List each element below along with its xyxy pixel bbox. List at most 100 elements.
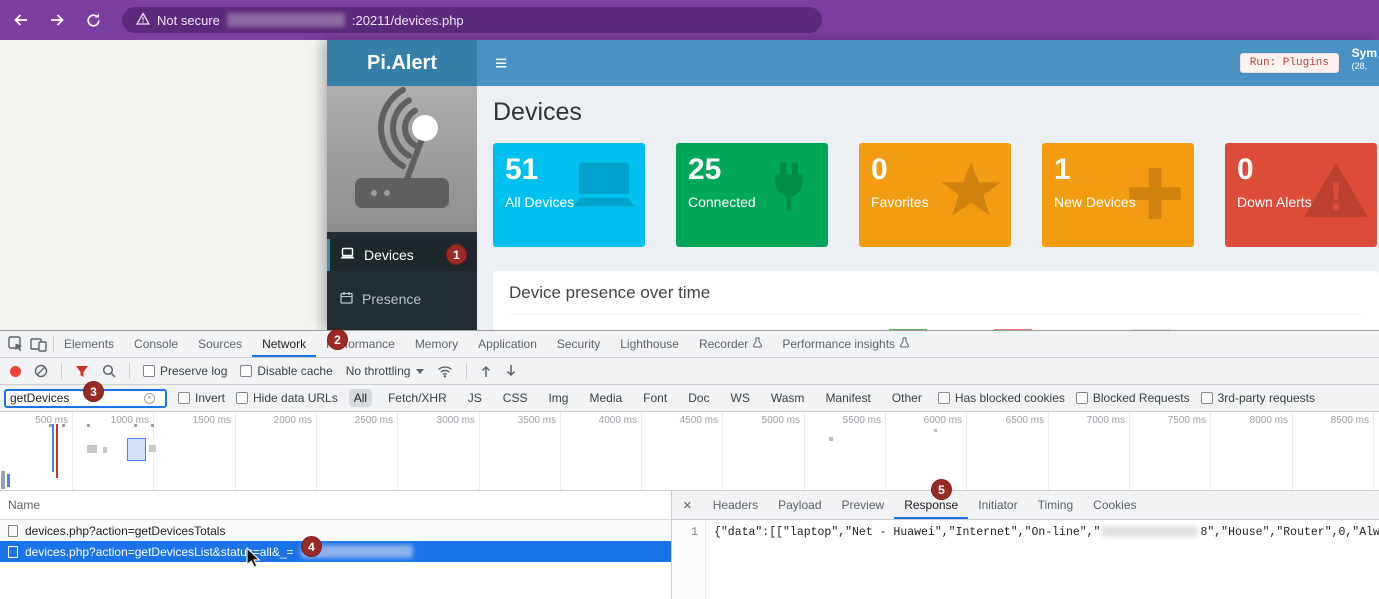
run-plugins-button[interactable]: Run: Plugins [1240,53,1339,73]
network-overview-timeline[interactable]: 500 ms 1000 ms 1500 ms 2000 ms 2500 ms 3… [0,412,1379,491]
throttling-select[interactable]: No throttling [346,364,425,378]
tab-sources[interactable]: Sources [188,331,252,357]
third-party-requests-checkbox[interactable]: 3rd-party requests [1201,391,1315,405]
filter-type-img[interactable]: Img [543,389,573,407]
filter-type-ws[interactable]: WS [726,389,755,407]
checkbox-label: Disable cache [257,364,332,378]
requests-table: Name devices.php?action=getDevicesTotals… [0,491,672,599]
app-navbar: ≡ Run: Plugins Sym (28, [477,40,1379,86]
filter-type-wasm[interactable]: Wasm [766,389,810,407]
tab-cookies[interactable]: Cookies [1083,491,1146,519]
checkbox[interactable] [178,392,190,404]
tab-memory[interactable]: Memory [405,331,468,357]
card-connected[interactable]: 25 Connected [676,143,828,247]
divider [61,363,62,379]
filter-type-all[interactable]: All [349,389,372,407]
card-favorites[interactable]: 0 Favorites [859,143,1011,247]
invert-checkbox[interactable]: Invert [178,391,225,405]
calendar-icon [340,291,353,307]
hide-data-urls-checkbox[interactable]: Hide data URLs [236,391,338,405]
tab-response[interactable]: Response [894,491,968,519]
filter-type-font[interactable]: Font [638,389,672,407]
checkbox[interactable] [236,392,248,404]
hamburger-icon[interactable]: ≡ [495,53,507,74]
divider [129,363,130,379]
tab-timing[interactable]: Timing [1028,491,1084,519]
tab-payload[interactable]: Payload [768,491,831,519]
close-icon[interactable]: × [672,497,703,514]
request-row[interactable]: devices.php?action=getDevicesTotals [0,520,671,541]
search-icon[interactable] [102,364,116,378]
requests-name-header[interactable]: Name [0,491,671,520]
sidebar-item-label: Devices [364,247,414,263]
laptop-icon [340,247,355,263]
sidebar-item-presence[interactable]: Presence [327,283,477,315]
filter-icon[interactable] [75,365,89,378]
filter-type-media[interactable]: Media [584,389,627,407]
response-code-line: {"data":[["laptop","Net - Huawei","Inter… [706,520,1379,599]
tab-preview[interactable]: Preview [832,491,895,519]
tab-console[interactable]: Console [124,331,188,357]
navbar-right-text: Sym (28, [1352,46,1377,72]
import-har-icon[interactable] [480,364,492,378]
filter-type-fetch-xhr[interactable]: Fetch/XHR [383,389,452,407]
address-bar[interactable]: Not secure :20211/devices.php [122,7,822,33]
filter-type-doc[interactable]: Doc [683,389,714,407]
filter-input[interactable] [6,391,144,405]
back-icon[interactable] [6,5,36,35]
network-conditions-icon[interactable] [437,365,453,378]
clear-filter-icon[interactable]: × [144,393,155,404]
tab-lighthouse[interactable]: Lighthouse [610,331,689,357]
checkbox[interactable] [240,365,252,377]
tab-label: Lighthouse [620,337,679,351]
checkbox[interactable] [143,365,155,377]
tab-application[interactable]: Application [468,331,547,357]
preserve-log-checkbox[interactable]: Preserve log [143,364,227,378]
card-all-devices[interactable]: 51 All Devices [493,143,645,247]
tab-initiator[interactable]: Initiator [968,491,1027,519]
tab-performance-insights[interactable]: Performance insights [772,331,919,357]
inspect-element-icon[interactable] [8,336,24,352]
device-toolbar-icon[interactable] [30,337,47,352]
tab-security[interactable]: Security [547,331,610,357]
tab-label: Network [262,337,306,351]
timeline-dot [829,437,833,441]
tab-headers[interactable]: Headers [703,491,768,519]
network-bottom-split: Name devices.php?action=getDevicesTotals… [0,491,1379,599]
card-new-devices[interactable]: 1 New Devices [1042,143,1194,247]
checkbox[interactable] [1201,392,1213,404]
checkbox-label: 3rd-party requests [1218,391,1315,405]
filter-type-js[interactable]: JS [463,389,487,407]
refresh-icon[interactable] [78,5,108,35]
tab-network[interactable]: Network [252,331,316,357]
clear-icon[interactable] [34,364,48,378]
response-body[interactable]: 1 {"data":[["laptop","Net - Huawei","Int… [672,520,1379,599]
redacted-domain [227,13,345,27]
forward-icon[interactable] [42,5,72,35]
export-har-icon[interactable] [505,364,517,378]
has-blocked-cookies-checkbox[interactable]: Has blocked cookies [938,391,1065,405]
annotation-badge-5: 5 [932,480,951,499]
blocked-requests-checkbox[interactable]: Blocked Requests [1076,391,1190,405]
app-main: Devices 51 All Devices 25 Connected 0 [477,86,1379,330]
checkbox[interactable] [938,392,950,404]
tab-recorder[interactable]: Recorder [689,331,772,357]
panel-title: Device presence over time [509,283,1363,315]
tab-label: Elements [64,337,114,351]
timeline-bar [149,445,156,452]
filter-type-manifest[interactable]: Manifest [820,389,875,407]
request-row-selected[interactable]: devices.php?action=getDevicesList&status… [0,541,671,562]
file-icon [8,546,18,558]
filter-type-other[interactable]: Other [887,389,927,407]
checkbox[interactable] [1076,392,1088,404]
timeline-bar [103,447,107,453]
record-icon[interactable] [10,366,21,377]
router-image [327,86,477,232]
security-label: Not secure [157,13,220,28]
tab-elements[interactable]: Elements [54,331,124,357]
timeline-dot [62,424,65,427]
checkbox-label: Preserve log [160,364,227,378]
filter-type-css[interactable]: CSS [498,389,533,407]
card-down-alerts[interactable]: 0 Down Alerts [1225,143,1377,247]
disable-cache-checkbox[interactable]: Disable cache [240,364,332,378]
